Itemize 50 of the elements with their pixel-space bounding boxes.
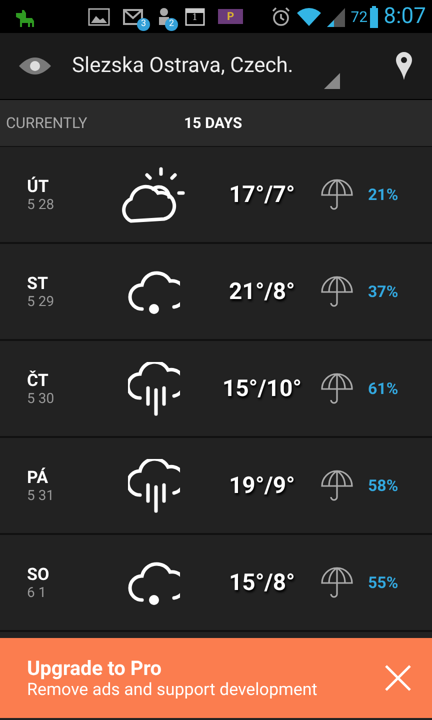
banner-subtitle: Remove ads and support development bbox=[27, 680, 318, 700]
cloud-raindrop-icon bbox=[128, 268, 180, 314]
temperature-range: 19°/9° bbox=[228, 472, 296, 499]
day-date: 5 31 bbox=[27, 488, 54, 504]
day-date: 5 28 bbox=[27, 196, 54, 212]
precipitation-chance: 58% bbox=[368, 476, 398, 495]
calendar-date: 1 bbox=[192, 12, 198, 22]
day-name: SO bbox=[27, 564, 50, 584]
umbrella-icon bbox=[320, 566, 354, 598]
caret-icon bbox=[324, 73, 340, 89]
notification-badge: P bbox=[218, 9, 244, 24]
battery-level: 72 bbox=[350, 8, 368, 26]
clock-time: 8:07 bbox=[384, 4, 426, 29]
calendar-icon bbox=[184, 6, 206, 26]
image-icon bbox=[88, 6, 110, 26]
umbrella-icon bbox=[320, 470, 354, 502]
banner-title: Upgrade to Pro bbox=[27, 656, 162, 680]
signal-icon bbox=[326, 6, 345, 26]
notification-badge: 3 bbox=[137, 18, 150, 30]
precipitation-chance: 61% bbox=[368, 379, 398, 398]
day-name: ST bbox=[27, 274, 48, 294]
precipitation-chance: 21% bbox=[368, 185, 398, 204]
precipitation-chance: 37% bbox=[368, 282, 398, 301]
temperature-range: 15°/10° bbox=[221, 375, 303, 402]
day-date: 5 29 bbox=[27, 294, 54, 310]
mail-icon bbox=[122, 6, 144, 26]
umbrella-icon bbox=[320, 372, 354, 404]
tab[interactable]: 15 DAYS bbox=[178, 100, 248, 146]
cloud-rain-icon bbox=[128, 362, 180, 416]
cloud-rain-icon bbox=[128, 458, 180, 512]
precipitation-chance: 55% bbox=[368, 573, 398, 592]
tab[interactable]: CURRENTLY bbox=[0, 100, 178, 146]
cloud-raindrop-icon bbox=[128, 560, 180, 606]
map-pin-icon[interactable] bbox=[394, 51, 414, 81]
day-name: PÁ bbox=[27, 468, 48, 488]
wifi-icon bbox=[296, 6, 321, 26]
day-name: ČT bbox=[27, 370, 48, 390]
temperature-range: 15°/8° bbox=[228, 569, 296, 596]
umbrella-icon bbox=[320, 178, 354, 210]
notification-badge: 2 bbox=[165, 18, 178, 30]
battery-icon bbox=[370, 6, 378, 28]
day-date: 5 30 bbox=[27, 390, 54, 406]
umbrella-icon bbox=[320, 276, 354, 308]
temperature-range: 21°/8° bbox=[228, 278, 296, 305]
day-date: 6 1 bbox=[27, 584, 46, 600]
eye-icon[interactable] bbox=[18, 55, 52, 77]
day-name: ÚT bbox=[27, 176, 49, 196]
close-icon[interactable] bbox=[384, 664, 412, 692]
temperature-range: 17°/7° bbox=[228, 181, 296, 208]
alarm-icon bbox=[270, 6, 291, 26]
